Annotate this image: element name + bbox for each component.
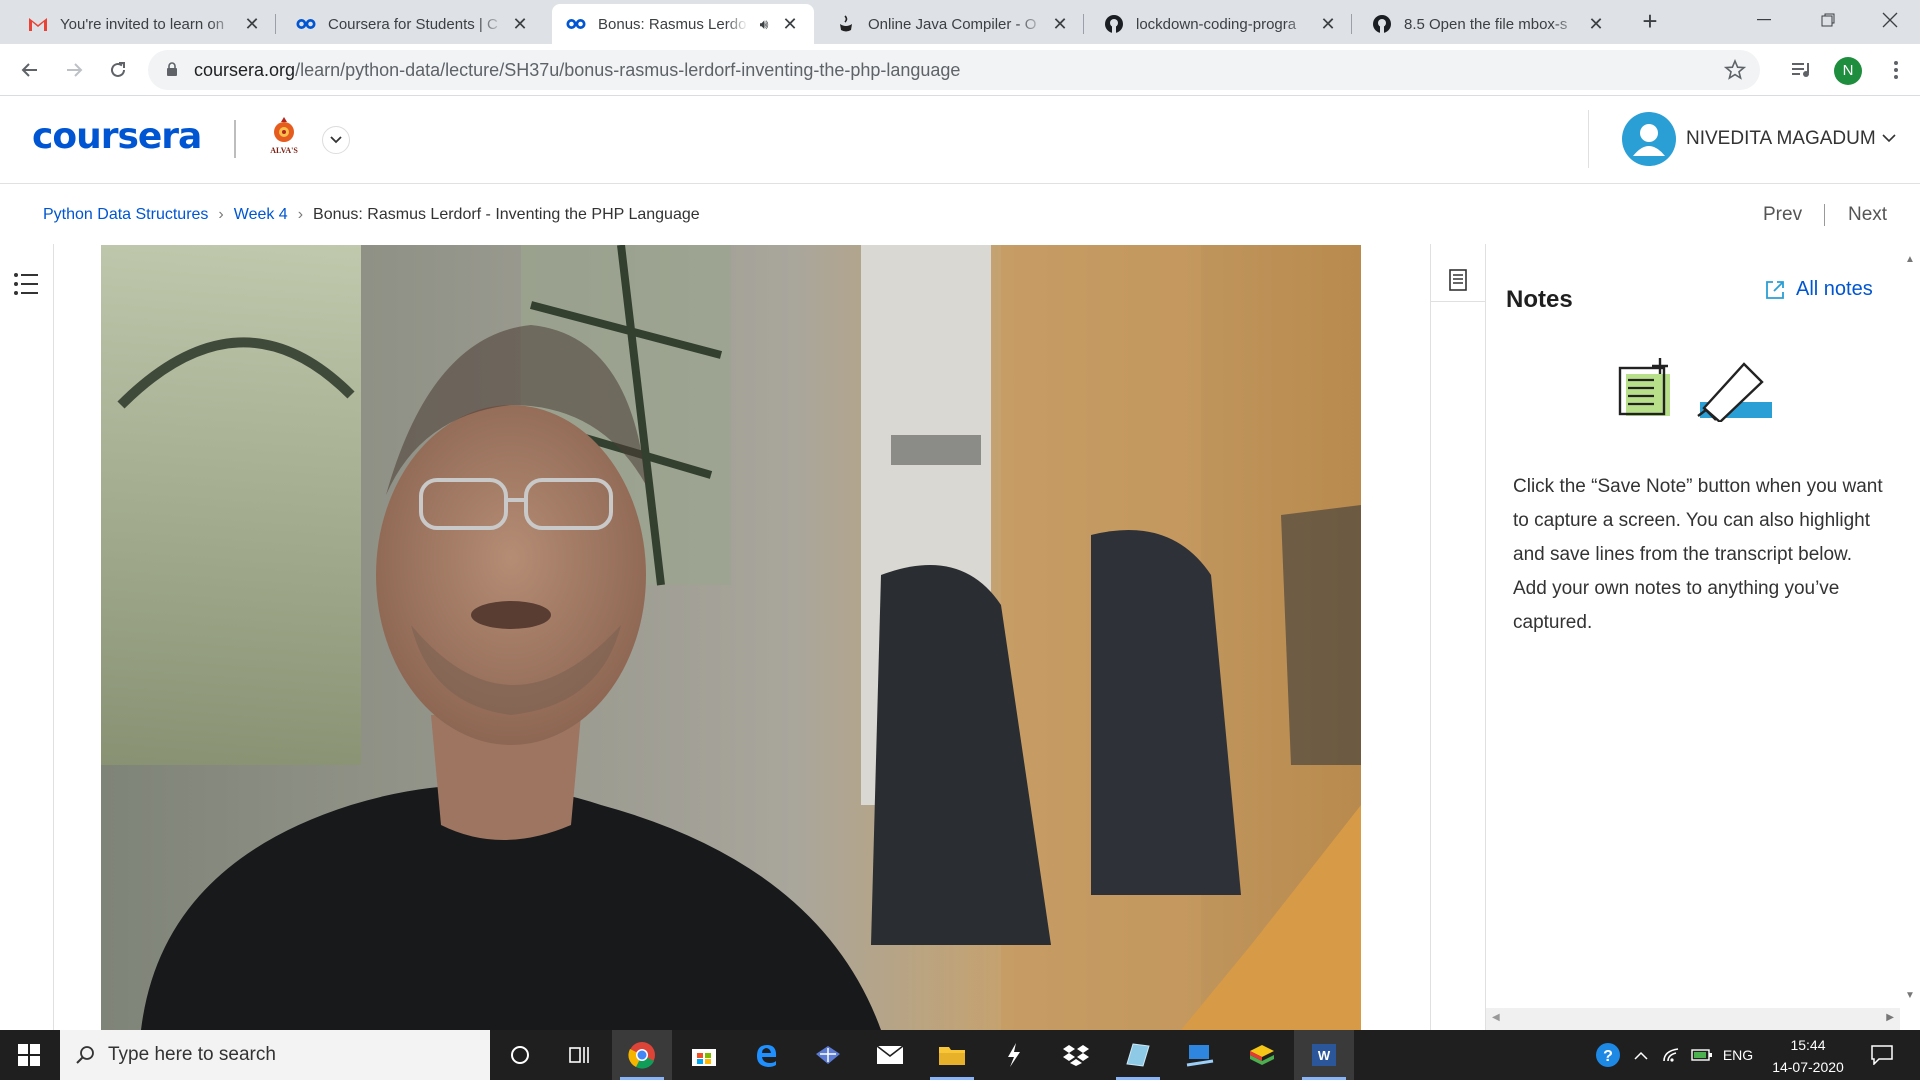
gmail-icon (28, 14, 48, 34)
restore-button[interactable] (1800, 0, 1856, 40)
user-avatar[interactable] (1622, 112, 1676, 166)
language-indicator[interactable]: ENG (1718, 1030, 1758, 1080)
horizontal-scrollbar[interactable]: ◀ ▶ (1486, 1008, 1900, 1030)
chevron-right-icon: › (218, 206, 224, 223)
svg-text:W: W (1318, 1048, 1331, 1063)
coursera-icon (566, 14, 586, 34)
org-logo[interactable]: ALVA'S (262, 116, 306, 164)
mail-icon[interactable] (860, 1030, 920, 1080)
edge-icon[interactable] (736, 1030, 796, 1080)
close-tab-icon[interactable]: ✕ (1586, 14, 1606, 34)
app-tablet-icon[interactable] (1108, 1030, 1168, 1080)
java-icon (836, 14, 856, 34)
breadcrumb-course-link[interactable]: Python Data Structures (43, 206, 208, 224)
help-icon[interactable]: ? (1590, 1030, 1626, 1080)
profile-avatar[interactable]: N (1834, 57, 1862, 85)
close-tab-icon[interactable]: ✕ (510, 14, 530, 34)
close-window-button[interactable] (1862, 0, 1918, 40)
search-icon (76, 1046, 94, 1064)
lecture-video[interactable] (101, 245, 1361, 1030)
dropbox-icon[interactable] (1046, 1030, 1106, 1080)
browser-tab[interactable]: lockdown-coding-progra ✕ (1090, 4, 1352, 44)
browser-tabstrip: You're invited to learn on ✕ Coursera fo… (0, 0, 1920, 44)
speaker-icon[interactable]: 🔊︎ (754, 14, 774, 34)
close-tab-icon[interactable]: ✕ (1318, 14, 1338, 34)
browser-tab[interactable]: Online Java Compiler - O ✕ (822, 4, 1084, 44)
user-name[interactable]: NIVEDITA MAGADUM (1686, 128, 1876, 150)
app-computer-icon[interactable] (1170, 1030, 1230, 1080)
windows-logo-icon (18, 1044, 40, 1066)
task-view-icon[interactable] (550, 1030, 610, 1080)
wifi-icon[interactable] (1658, 1030, 1686, 1080)
chevron-up-icon[interactable] (1628, 1030, 1654, 1080)
app-bolt-icon[interactable] (984, 1030, 1044, 1080)
close-tab-icon[interactable]: ✕ (242, 14, 262, 34)
cortana-icon[interactable] (490, 1030, 550, 1080)
prev-button[interactable]: Prev (1763, 204, 1802, 226)
browser-tab[interactable]: 8.5 Open the file mbox-s ✕ (1358, 4, 1620, 44)
store-icon[interactable] (674, 1030, 734, 1080)
taskbar-search[interactable]: Type here to search (60, 1030, 490, 1080)
new-tab-button[interactable]: + (1634, 6, 1666, 38)
word-icon[interactable]: W (1294, 1030, 1354, 1080)
site-header: coursera ALVA'S NIVEDITA MAGADUM (0, 96, 1920, 184)
notes-help-text: Click the “Save Note” button when you wa… (1513, 476, 1883, 633)
external-link-icon (1766, 280, 1784, 299)
lock-icon (166, 62, 178, 82)
github-icon (1104, 14, 1124, 34)
all-notes-link[interactable]: All notes (1764, 278, 1873, 301)
course-outline-icon[interactable] (13, 272, 39, 301)
bookmark-star-icon[interactable] (1723, 58, 1747, 86)
highlighter-icon (1697, 362, 1772, 424)
video-frame (101, 245, 1361, 1030)
reload-button[interactable] (102, 54, 134, 86)
clock[interactable]: 15:44 14-07-2020 (1762, 1034, 1854, 1078)
chevron-right-icon: › (297, 206, 304, 223)
browser-menu-icon[interactable] (1880, 54, 1912, 86)
windows-start-button[interactable] (0, 1030, 58, 1080)
breadcrumb-current: Bonus: Rasmus Lerdorf - Inventing the PH… (313, 206, 700, 223)
coursera-icon (296, 14, 316, 34)
close-tab-icon[interactable]: ✕ (780, 14, 800, 34)
browser-toolbar: coursera.org/learn/python-data/lecture/S… (0, 44, 1920, 96)
url-text: coursera.org/learn/python-data/lecture/S… (194, 60, 961, 80)
notes-rail (1430, 244, 1486, 1030)
windows-taskbar: Type here to search W ? ENG 15:44 14-07-… (0, 1030, 1920, 1080)
chrome-taskbar-icon[interactable] (612, 1030, 672, 1080)
battery-icon[interactable] (1688, 1030, 1716, 1080)
browser-tab[interactable]: Coursera for Students | C ✕ (282, 4, 544, 44)
add-note-icon (1618, 358, 1670, 416)
chevron-down-icon (330, 136, 342, 144)
notes-panel: Notes All notes Click the “Save Note” bu… (1486, 244, 1900, 1030)
browser-tab-active[interactable]: Bonus: Rasmus Lerdo 🔊︎ ✕ (552, 4, 814, 44)
alvas-emblem-icon (271, 116, 297, 146)
breadcrumb-week-link[interactable]: Week 4 (234, 206, 288, 224)
notifications-icon[interactable] (1862, 1030, 1902, 1080)
left-rail (0, 244, 54, 1030)
vertical-scrollbar[interactable]: ▲ ▼ (1900, 244, 1920, 1030)
close-tab-icon[interactable]: ✕ (1050, 14, 1070, 34)
chevron-down-icon[interactable] (1882, 130, 1896, 148)
notes-title: Notes (1506, 286, 1573, 313)
back-button[interactable] (14, 54, 46, 86)
notes-illustration (1616, 352, 1776, 427)
minimize-button[interactable] (1736, 0, 1792, 40)
app-blue-icon[interactable] (798, 1030, 858, 1080)
coursera-logo[interactable]: coursera (32, 116, 202, 157)
media-control-icon[interactable] (1786, 54, 1818, 86)
forward-button[interactable] (58, 54, 90, 86)
bluestacks-icon[interactable] (1232, 1030, 1292, 1080)
svg-text:?: ? (1603, 1048, 1613, 1065)
org-dropdown-button[interactable] (322, 126, 350, 154)
file-explorer-icon[interactable] (922, 1030, 982, 1080)
next-button[interactable]: Next (1848, 204, 1887, 226)
user-icon (1633, 124, 1665, 156)
github-icon (1372, 14, 1392, 34)
browser-tab[interactable]: You're invited to learn on ✕ (14, 4, 276, 44)
breadcrumb: Python Data Structures › Week 4 › Bonus:… (43, 206, 700, 224)
notes-tab-icon[interactable] (1431, 258, 1485, 302)
address-bar[interactable]: coursera.org/learn/python-data/lecture/S… (148, 50, 1760, 90)
